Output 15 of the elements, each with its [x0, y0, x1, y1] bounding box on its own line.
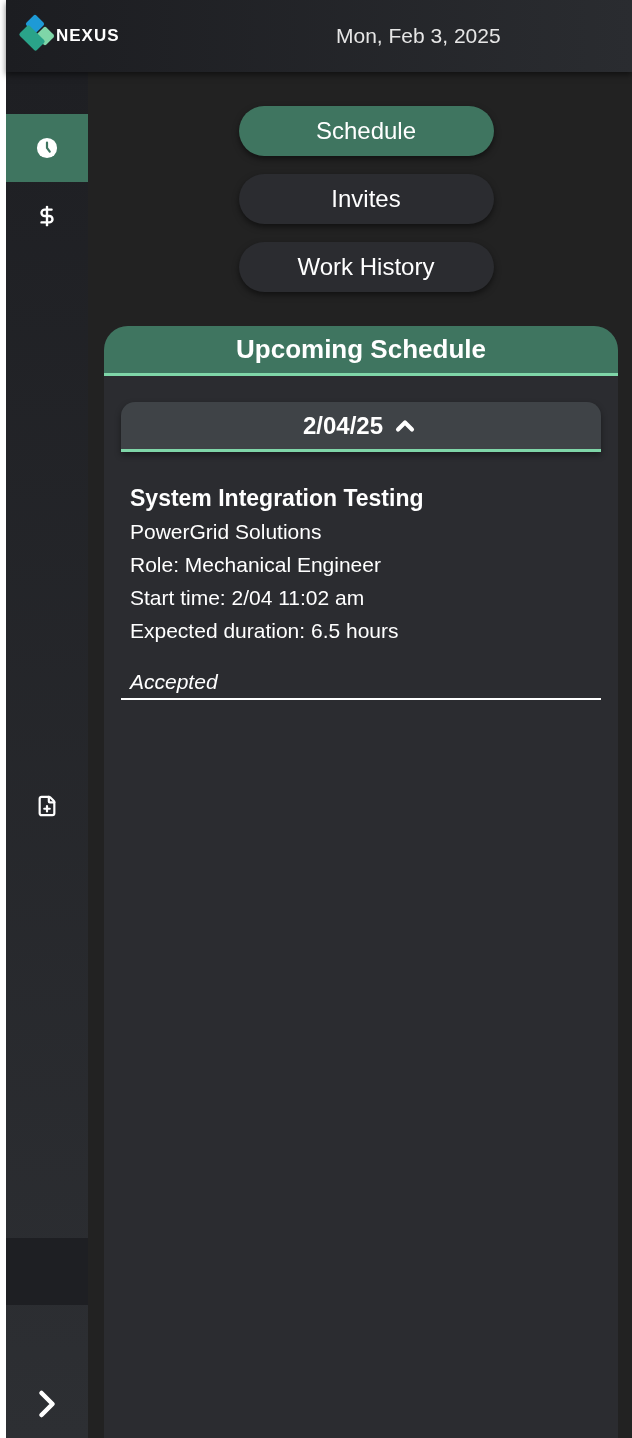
- date-header[interactable]: 2/04/25: [121, 402, 601, 452]
- panel-title: Upcoming Schedule: [104, 326, 618, 376]
- role-text: Role: Mechanical Engineer: [130, 552, 382, 578]
- tab[interactable]: Work History: [238, 242, 494, 292]
- tab[interactable]: Invites: [238, 174, 494, 224]
- status-text: Accepted: [130, 670, 218, 693]
- date-text: Mon, Feb 3, 2025: [336, 23, 501, 50]
- logo-text: NEXUS: [56, 25, 120, 48]
- company-text: PowerGrid Solutions: [130, 519, 323, 545]
- duration-text: Expected duration: 6.5 hours: [130, 618, 400, 644]
- job-title: System Integration Testing: [130, 484, 425, 513]
- start-time-text: Start time: 2/04 11:02 am: [130, 585, 366, 611]
- clock-icon: [36, 137, 58, 159]
- tab[interactable]: Schedule: [238, 106, 494, 156]
- file-add-icon: [36, 795, 58, 817]
